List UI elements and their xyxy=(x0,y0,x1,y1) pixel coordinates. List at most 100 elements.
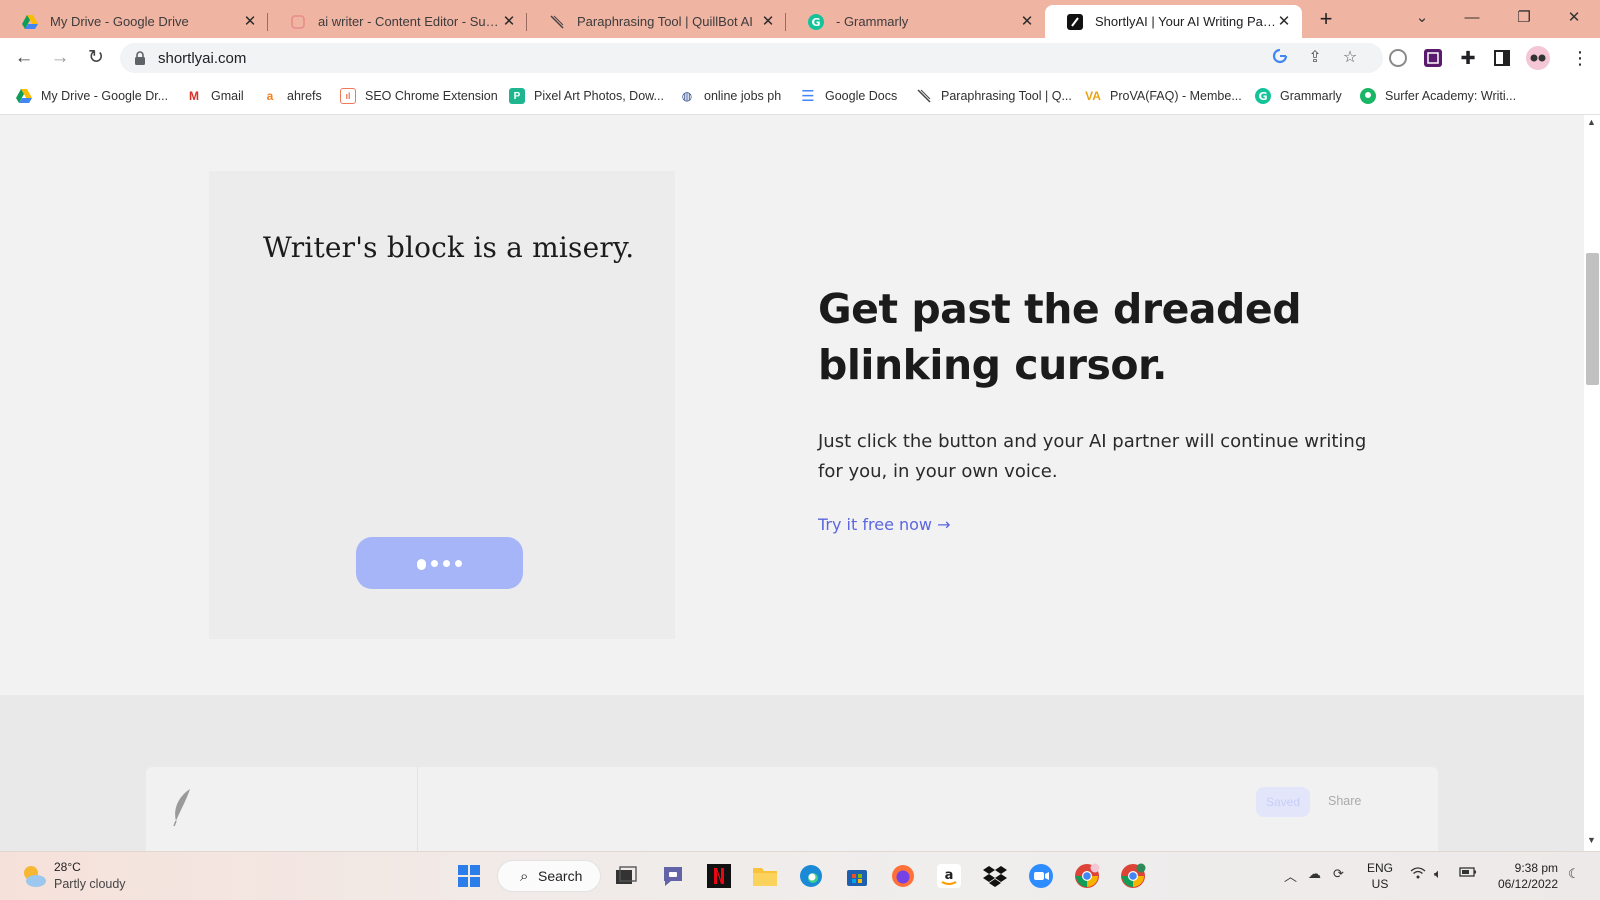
google-drive-icon xyxy=(22,14,38,30)
more-menu-icon[interactable]: ⋮ xyxy=(1568,46,1592,70)
tab-surfer[interactable]: ai writer - Content Editor - Surfer ✕ xyxy=(268,5,527,38)
weather-temperature[interactable]: 28°C xyxy=(54,860,81,874)
bookmark-label: Paraphrasing Tool | Q... xyxy=(941,89,1072,103)
close-window-icon[interactable]: ✕ xyxy=(1559,5,1589,31)
show-hidden-icons-chevron-icon[interactable]: ︿ xyxy=(1284,866,1297,885)
bookmark-label: Gmail xyxy=(211,89,244,103)
close-tab-icon[interactable]: ✕ xyxy=(1019,13,1035,30)
bookmark-surfer-academy[interactable]: Surfer Academy: Writi... xyxy=(1360,86,1516,106)
language-code: ENG xyxy=(1366,861,1393,875)
loading-dot xyxy=(455,559,462,567)
zoom-icon[interactable] xyxy=(1027,862,1055,890)
bookmark-seo-extension[interactable]: ıl SEO Chrome Extension xyxy=(340,86,498,106)
scrollbar-thumb[interactable] xyxy=(1586,253,1599,385)
close-tab-icon[interactable]: ✕ xyxy=(501,13,517,30)
page-subtext: Just click the button and your AI partne… xyxy=(818,431,1367,482)
editor-preview: Saved Share xyxy=(146,767,1438,851)
task-view-icon[interactable] xyxy=(612,862,640,890)
bookmark-google-docs[interactable]: ☰ Google Docs xyxy=(800,86,897,106)
chrome-profile-1-icon[interactable] xyxy=(1073,862,1101,890)
bookmark-prova[interactable]: VA ProVA(FAQ) - Membe... xyxy=(1085,86,1242,106)
taskbar-search[interactable]: ⌕ Search xyxy=(497,860,601,892)
page-scrollbar[interactable]: ▲ ▼ xyxy=(1584,115,1600,851)
surfer-icon xyxy=(290,14,306,30)
sync-icon[interactable]: ⟳ xyxy=(1333,866,1344,882)
bookmark-ahrefs[interactable]: a ahrefs xyxy=(262,86,322,106)
file-explorer-icon[interactable] xyxy=(751,862,779,890)
extension-app-icon[interactable] xyxy=(1421,46,1445,70)
dropbox-icon[interactable] xyxy=(981,862,1009,890)
language-indicator[interactable]: ENG US xyxy=(1365,860,1395,892)
bookmark-online-jobs[interactable]: ◍ online jobs ph xyxy=(679,86,781,106)
surfer-academy-icon xyxy=(1360,88,1376,104)
amazon-icon[interactable]: a xyxy=(935,862,963,890)
bookmark-google-drive[interactable]: My Drive - Google Dr... xyxy=(16,86,168,106)
grammarly-extension-icon[interactable] xyxy=(1386,46,1410,70)
forward-icon[interactable]: → xyxy=(48,46,72,70)
google-icon[interactable] xyxy=(1270,48,1290,68)
svg-text:a: a xyxy=(945,868,954,883)
firefox-icon[interactable] xyxy=(889,862,917,890)
ahrefs-icon: a xyxy=(266,89,274,103)
share-icon[interactable]: ⇪ xyxy=(1305,48,1325,68)
battery-icon[interactable] xyxy=(1459,866,1477,881)
bookmark-label: ahrefs xyxy=(287,89,322,103)
microsoft-store-icon[interactable] xyxy=(843,862,871,890)
edge-browser-icon[interactable] xyxy=(797,862,825,890)
bookmark-star-icon[interactable]: ☆ xyxy=(1340,48,1360,68)
tab-shortlyai[interactable]: ShortlyAI | Your AI Writing Partner ✕ xyxy=(1045,5,1302,38)
extensions-puzzle-icon[interactable]: ✚ xyxy=(1456,46,1480,70)
write-for-me-button[interactable] xyxy=(356,537,523,589)
netflix-icon[interactable] xyxy=(705,862,733,890)
onedrive-cloud-icon[interactable]: ☁ xyxy=(1308,866,1321,882)
side-panel-icon[interactable] xyxy=(1490,46,1514,70)
back-icon[interactable]: ← xyxy=(12,46,36,70)
browser-tab-strip: My Drive - Google Drive ✕ ai writer - Co… xyxy=(0,0,1600,38)
notifications-moon-icon[interactable]: ☾ xyxy=(1568,866,1580,882)
profile-avatar-icon[interactable] xyxy=(1526,46,1550,70)
bookmark-label: Pixel Art Photos, Dow... xyxy=(534,89,664,103)
teams-chat-icon[interactable] xyxy=(659,862,687,890)
share-link[interactable]: Share xyxy=(1328,794,1361,808)
demo-text: Writer's block is a misery. xyxy=(263,231,635,264)
reload-icon[interactable]: ↻ xyxy=(84,46,108,70)
system-clock[interactable]: 9:38 pm 06/12/2022 xyxy=(1488,860,1558,892)
bookmark-label: My Drive - Google Dr... xyxy=(41,89,169,103)
page-headline: Get past the dreaded blinking cursor. xyxy=(818,285,1302,389)
wifi-icon[interactable] xyxy=(1410,866,1426,882)
scroll-up-arrow-icon[interactable]: ▲ xyxy=(1587,117,1596,127)
weather-description[interactable]: Partly cloudy xyxy=(54,877,126,891)
bookmark-label: online jobs ph xyxy=(704,89,782,103)
bookmark-quillbot[interactable]: Paraphrasing Tool | Q... xyxy=(916,86,1072,106)
loading-dot xyxy=(443,559,450,567)
tab-grammarly[interactable]: G - Grammarly ✕ xyxy=(786,5,1045,38)
chrome-profile-2-icon[interactable] xyxy=(1119,862,1147,890)
onlinejobs-icon: ◍ xyxy=(681,89,693,103)
close-tab-icon[interactable]: ✕ xyxy=(1276,13,1292,30)
restore-icon[interactable]: ❐ xyxy=(1509,5,1539,31)
minimize-icon[interactable]: — xyxy=(1457,5,1487,31)
new-tab-button[interactable]: + xyxy=(1313,7,1339,33)
clock-date: 06/12/2022 xyxy=(1497,877,1558,891)
loading-dot xyxy=(431,559,438,567)
bookmark-grammarly[interactable]: G Grammarly xyxy=(1255,86,1342,106)
volume-icon[interactable]: 🔈︎ xyxy=(1434,866,1442,882)
scroll-down-arrow-icon[interactable]: ▼ xyxy=(1587,835,1596,845)
bookmark-label: Google Docs xyxy=(825,89,898,103)
bookmark-gmail[interactable]: M Gmail xyxy=(186,86,244,106)
bookmark-pixel-art[interactable]: P Pixel Art Photos, Dow... xyxy=(509,86,664,106)
demo-card: Writer's block is a misery. xyxy=(209,171,675,639)
close-tab-icon[interactable]: ✕ xyxy=(760,13,776,30)
windows-start-icon[interactable] xyxy=(455,862,483,890)
tab-search-icon[interactable]: ⌄ xyxy=(1407,5,1437,31)
pixel-art-icon: P xyxy=(509,88,525,104)
feather-icon xyxy=(173,789,190,827)
tab-quillbot[interactable]: Paraphrasing Tool | QuillBot AI ✕ xyxy=(527,5,786,38)
address-bar[interactable]: shortlyai.com ⇪ ☆ xyxy=(120,43,1383,73)
close-tab-icon[interactable]: ✕ xyxy=(242,13,258,30)
saved-badge: Saved xyxy=(1256,787,1310,817)
grammarly-icon: G xyxy=(808,13,824,30)
try-free-link[interactable]: Try it free now → xyxy=(818,515,951,534)
weather-partly-cloudy-icon[interactable] xyxy=(20,862,48,890)
tab-google-drive[interactable]: My Drive - Google Drive ✕ xyxy=(0,5,268,38)
